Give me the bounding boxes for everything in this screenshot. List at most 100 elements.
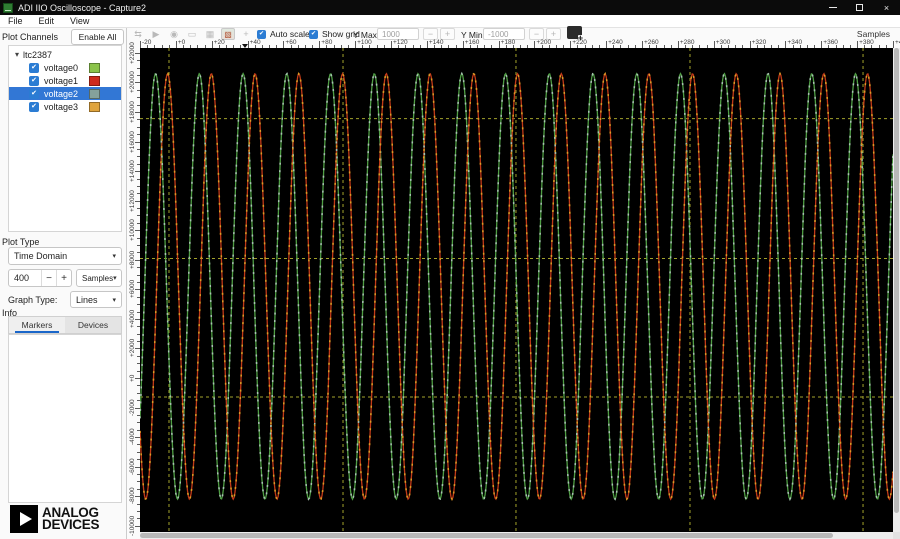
channel-row-voltage2[interactable]: ✔ voltage2 <box>9 87 121 100</box>
y-tick-label: +0 <box>129 374 136 382</box>
info-tabs: Markers Devices <box>8 316 122 334</box>
device-name: ltc2387 <box>23 49 53 60</box>
minimize-button[interactable] <box>819 0 846 15</box>
checkbox-checked-icon[interactable]: ✔ <box>257 29 266 39</box>
tree-expander-icon[interactable]: ▾ <box>15 50 19 59</box>
checkbox-checked-icon[interactable]: ✔ <box>29 101 39 112</box>
x-major-tick <box>821 41 823 48</box>
y-tick-label: +12000 <box>129 189 136 212</box>
y-tick-label: +16000 <box>129 130 136 153</box>
x-major-tick <box>677 41 679 48</box>
x-axis-unit-label: Samples <box>856 29 890 39</box>
horizontal-scrollbar[interactable] <box>140 532 893 539</box>
sidebar: Plot Channels Enable All ▾ ltc2387 ✔ volt… <box>0 28 127 539</box>
minimize-icon <box>828 7 837 8</box>
x-major-tick <box>211 41 213 48</box>
new-plot-button[interactable]: + <box>567 26 583 43</box>
close-button[interactable]: × <box>873 0 900 15</box>
y-tick-label: +4000 <box>129 309 136 329</box>
menu-bar: File Edit View <box>0 15 900 28</box>
menu-view[interactable]: View <box>62 16 97 26</box>
y-tick-label: +8000 <box>129 250 136 269</box>
x-major-tick <box>642 41 643 48</box>
app-icon <box>3 2 13 13</box>
x-major-tick <box>713 41 715 48</box>
channel-list: ✔ voltage0 ✔ voltage1 ✔ voltage2 ✔ voltage3 <box>9 61 121 113</box>
checkbox-checked-icon[interactable]: ✔ <box>309 29 318 39</box>
title-bar: ADI IIO Oscilloscope - Capture2 × <box>0 0 900 15</box>
channel-color-swatch <box>89 76 100 86</box>
tab-devices[interactable]: Devices <box>65 317 121 333</box>
y-tick-label: +18000 <box>129 101 136 123</box>
x-major-tick <box>283 41 285 48</box>
x-major-tick <box>606 41 608 48</box>
x-tick-label: +0 <box>177 39 186 46</box>
y-tick-label: +20000 <box>129 71 136 94</box>
plot-area[interactable] <box>139 48 894 532</box>
maximize-button[interactable] <box>846 0 873 15</box>
plot-type-label: Plot Type <box>2 237 40 247</box>
x-major-tick <box>785 41 787 48</box>
checkbox-checked-icon[interactable]: ✔ <box>29 88 39 99</box>
channel-color-swatch <box>89 63 100 73</box>
x-major-tick <box>498 41 500 48</box>
enable-all-button[interactable]: Enable All <box>71 29 124 45</box>
decrement-button[interactable]: − <box>41 270 56 286</box>
y-tick-label: +2000 <box>129 339 136 358</box>
sample-count-spinner[interactable]: 400 − + <box>8 269 72 287</box>
vertical-scrollbar[interactable] <box>893 48 900 532</box>
y-tick-label: -8000 <box>129 487 136 505</box>
x-major-tick <box>319 41 321 48</box>
graph-type-value: Lines <box>76 294 98 305</box>
channel-color-swatch <box>89 102 100 112</box>
oscilloscope-window: ADI IIO Oscilloscope - Capture2 × File E… <box>0 0 900 539</box>
x-major-tick <box>893 41 894 48</box>
y-tick-label: -4000 <box>129 428 136 446</box>
device-row[interactable]: ▾ ltc2387 <box>9 48 121 61</box>
horizontal-scrollbar-thumb[interactable] <box>140 533 833 538</box>
chevron-down-icon: ▾ <box>112 296 116 304</box>
analog-devices-logo: ANALOG DEVICES <box>10 505 99 533</box>
channel-label: voltage2 <box>44 88 79 99</box>
y-tick-label: +10000 <box>129 219 136 242</box>
x-tick-label: +400 <box>895 39 900 46</box>
graph-type-label: Graph Type: <box>8 295 58 305</box>
channel-tree: ▾ ltc2387 ✔ voltage0 ✔ voltage1 ✔ voltage2 ✔ vo… <box>8 45 122 232</box>
checkbox-checked-icon[interactable]: ✔ <box>29 75 39 86</box>
tab-markers[interactable]: Markers <box>9 317 65 333</box>
menu-edit[interactable]: Edit <box>31 16 63 26</box>
auto-scale-label: Auto scale <box>270 29 310 39</box>
sample-unit-value: Samples <box>82 273 114 283</box>
close-icon: × <box>883 2 890 13</box>
auto-scale-checkbox[interactable]: ✔ Auto scale <box>257 29 310 39</box>
menu-file[interactable]: File <box>0 16 31 26</box>
plot-type-combo[interactable]: Time Domain ▾ <box>8 247 122 265</box>
channel-label: voltage3 <box>44 101 79 112</box>
x-major-tick <box>534 41 536 48</box>
scrollbar-corner <box>893 532 900 539</box>
y-tick-label: +22000 <box>129 42 136 64</box>
y-tick-label: -2000 <box>129 399 136 416</box>
channel-row-voltage1[interactable]: ✔ voltage1 <box>9 74 121 87</box>
y-tick-label: +6000 <box>129 280 136 299</box>
plot-type-value: Time Domain <box>14 251 68 261</box>
chevron-down-icon: ▾ <box>113 275 117 282</box>
y-tick-label: -10000 <box>129 515 136 536</box>
maximize-icon <box>856 4 863 11</box>
sample-count-value[interactable]: 400 <box>9 270 41 286</box>
info-panel <box>8 334 122 503</box>
zoom-out-icon[interactable]: ▭ <box>185 28 199 40</box>
channel-label: voltage1 <box>44 75 79 86</box>
sample-unit-combo[interactable]: Samples ▾ <box>76 269 122 287</box>
channel-row-voltage0[interactable]: ✔ voltage0 <box>9 61 121 74</box>
top-ruler[interactable]: -20 +0 +20 +40 +60 +80 +100 +120 +140 +160 +180 +20… <box>135 39 900 48</box>
checkbox-checked-icon[interactable]: ✔ <box>29 62 39 73</box>
x-major-tick <box>749 41 751 48</box>
vertical-scrollbar-thumb[interactable] <box>894 48 899 513</box>
x-major-tick <box>175 41 177 48</box>
increment-button[interactable]: + <box>56 270 71 286</box>
left-ruler[interactable]: +22000 +20000 +18000 +16000 +14000 +12000 +100… <box>127 42 140 539</box>
channel-row-voltage3[interactable]: ✔ voltage3 <box>9 100 121 113</box>
graph-type-combo[interactable]: Lines ▾ <box>70 291 122 308</box>
x-major-tick <box>857 41 859 48</box>
